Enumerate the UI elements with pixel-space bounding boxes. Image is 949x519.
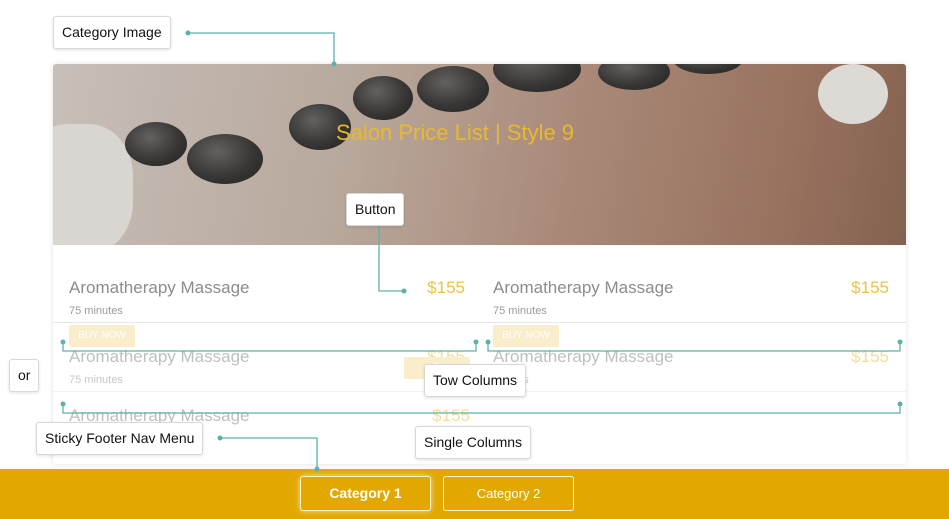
connector-dot [401,288,407,294]
sticky-footer-connector [220,437,318,469]
connector-dot [485,339,491,345]
annotation-button: Button [346,193,405,226]
connector-dot [60,401,66,407]
connector-dot [473,339,479,345]
annotation-sticky-footer: Sticky Footer Nav Menu [36,422,204,455]
annotation-single-columns: Single Columns [415,426,532,459]
two-columns-connector-left [62,342,477,352]
connector-dot [897,339,903,345]
two-columns-connector-right [487,342,901,352]
annotation-category-image: Category Image [53,16,171,49]
connector-dot [897,401,903,407]
single-columns-connector [62,404,901,414]
connector-dot [314,466,320,472]
connector-dot [331,61,337,67]
annotation-or: or [9,359,40,392]
button-connector [378,226,404,292]
category-image-connector [188,32,335,64]
connector-dot [217,435,223,441]
screenshot-stage: Salon Price List | Style 9 Aromatherapy … [0,0,949,519]
connector-dot [185,30,191,36]
annotation-two-columns: Tow Columns [424,364,527,397]
connector-dot [60,339,66,345]
